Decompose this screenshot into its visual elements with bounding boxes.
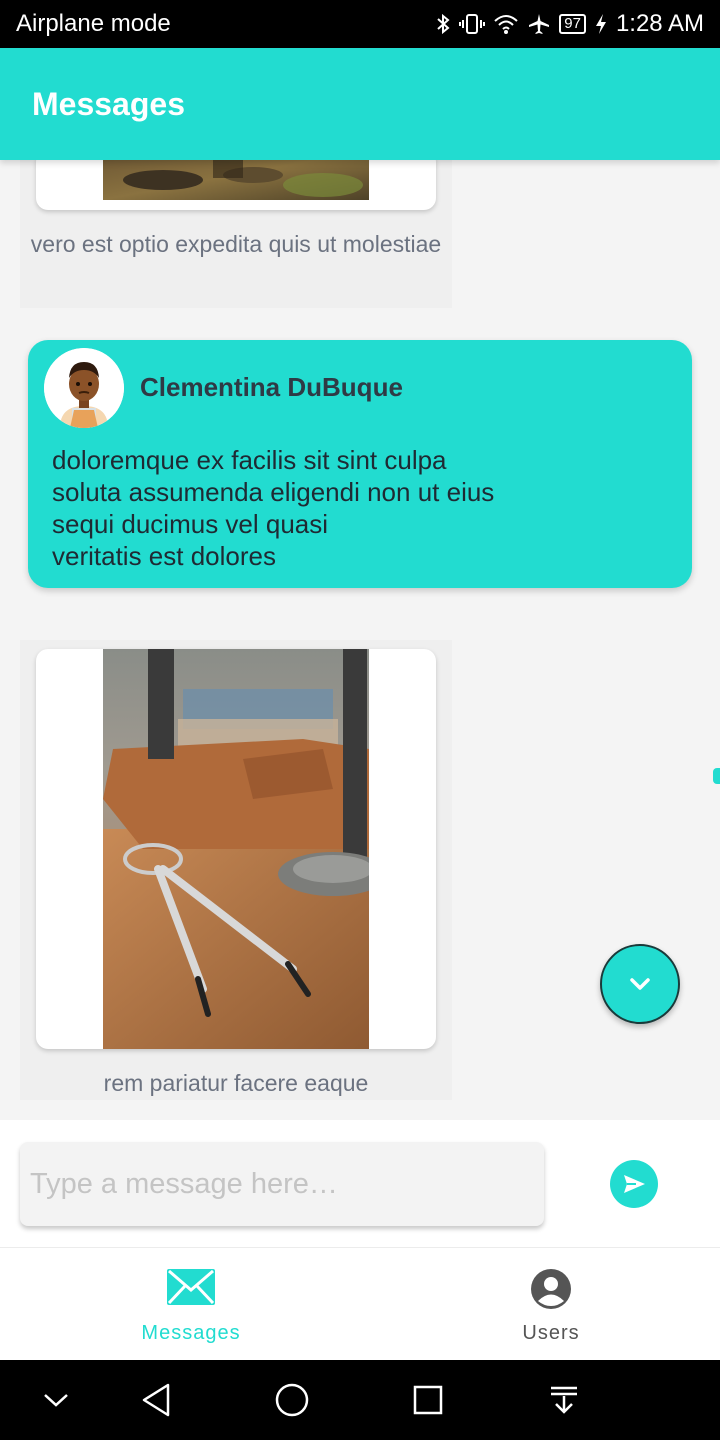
battery-indicator: 97 bbox=[559, 14, 586, 34]
message-body: doloremque ex facilis sit sint culpa sol… bbox=[52, 444, 494, 572]
text-message[interactable]: Clementina DuBuque doloremque ex facilis… bbox=[28, 340, 692, 588]
account-circle-icon bbox=[531, 1269, 571, 1309]
nav-label-messages: Messages bbox=[141, 1322, 241, 1344]
image-caption: vero est optio expedita quis ut molestia… bbox=[30, 231, 442, 257]
send-button[interactable] bbox=[610, 1160, 658, 1208]
back-triangle-icon bbox=[142, 1383, 170, 1417]
bluetooth-icon bbox=[435, 12, 451, 36]
status-bar: Airplane mode 97 1:28 AM bbox=[0, 0, 720, 48]
nav-item-users[interactable]: Users bbox=[382, 1248, 720, 1360]
recents-square-icon bbox=[413, 1385, 443, 1415]
send-icon bbox=[624, 1175, 645, 1193]
system-chevron-down-button[interactable] bbox=[36, 1380, 76, 1420]
message-input[interactable] bbox=[20, 1142, 544, 1226]
message-line: sequi ducimus vel quasi bbox=[52, 509, 329, 539]
home-circle-icon bbox=[275, 1383, 309, 1417]
nav-label-users: Users bbox=[522, 1322, 580, 1344]
message-line: doloremque ex facilis sit sint culpa bbox=[52, 445, 447, 475]
nav-item-messages[interactable]: Messages bbox=[0, 1248, 382, 1360]
image-message[interactable]: rem pariatur facere eaque bbox=[20, 640, 452, 1100]
system-back-button[interactable] bbox=[136, 1380, 176, 1420]
charging-icon bbox=[594, 13, 608, 35]
wifi-icon bbox=[493, 13, 519, 35]
status-icons: 97 1:28 AM bbox=[435, 10, 704, 38]
image-card[interactable] bbox=[36, 160, 436, 210]
landscape-photo bbox=[103, 160, 369, 200]
image-message[interactable]: vero est optio expedita quis ut molestia… bbox=[20, 160, 452, 308]
airplane-icon bbox=[527, 12, 551, 36]
bottom-navigation: Messages Users bbox=[0, 1248, 720, 1360]
avatar bbox=[44, 348, 124, 428]
system-navigation-bar bbox=[0, 1360, 720, 1440]
message-list[interactable]: vero est optio expedita quis ut molestia… bbox=[0, 160, 720, 1120]
page-title: Messages bbox=[32, 85, 185, 122]
envelope-icon bbox=[167, 1269, 215, 1305]
image-card[interactable] bbox=[36, 649, 436, 1049]
notification-pull-icon bbox=[551, 1386, 577, 1414]
system-home-button[interactable] bbox=[272, 1380, 312, 1420]
message-line: veritatis est dolores bbox=[52, 541, 276, 571]
message-line: soluta assumenda eligendi non ut eius bbox=[52, 477, 495, 507]
vibrate-icon bbox=[459, 12, 486, 36]
system-recents-button[interactable] bbox=[408, 1380, 448, 1420]
system-notification-button[interactable] bbox=[544, 1380, 584, 1420]
chevron-down-icon bbox=[44, 1394, 68, 1407]
desk-photo bbox=[103, 649, 369, 1049]
image-caption: rem pariatur facere eaque bbox=[103, 1070, 369, 1096]
status-mode-text: Airplane mode bbox=[16, 10, 171, 37]
scroll-down-button[interactable] bbox=[600, 944, 680, 1024]
status-time: 1:28 AM bbox=[615, 10, 704, 37]
sender-name: Clementina DuBuque bbox=[140, 372, 403, 402]
chevron-down-icon bbox=[630, 978, 650, 990]
app-bar: Messages bbox=[0, 48, 720, 160]
scroll-indicator[interactable] bbox=[713, 768, 720, 784]
message-composer bbox=[0, 1120, 720, 1248]
